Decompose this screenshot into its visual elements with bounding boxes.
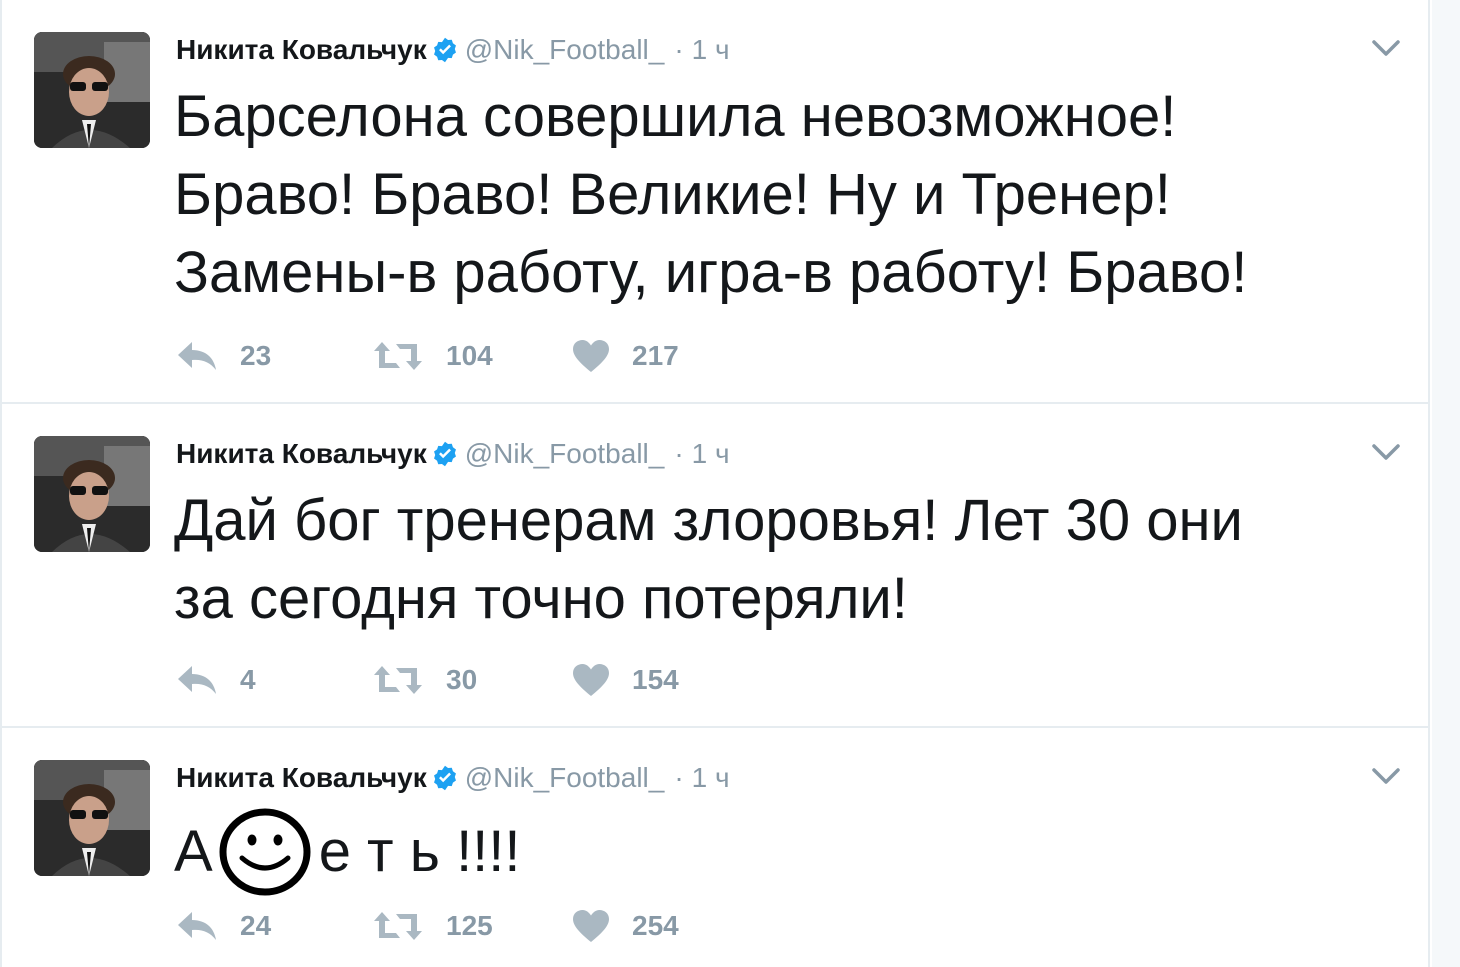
retweet-icon xyxy=(374,912,422,940)
tweet-text: Барселона совершила невозможное! Браво! … xyxy=(174,78,1404,312)
reply-icon xyxy=(178,342,216,370)
reply-count: 23 xyxy=(240,340,272,371)
reply-icon xyxy=(178,912,216,940)
tweet-timestamp[interactable]: 1 ч xyxy=(692,762,730,794)
avatar[interactable] xyxy=(34,436,150,552)
retweet-count: 30 xyxy=(446,664,478,695)
tweet-timeline: Никита Ковальчук @Nik_Football_ · 1 ч Ба… xyxy=(0,0,1430,967)
tweet-text-suffix: е т ь !!!! xyxy=(318,819,521,884)
heart-icon xyxy=(573,664,609,696)
tweet-actions: 23 104 217 xyxy=(176,334,772,378)
like-button[interactable]: 254 xyxy=(572,909,772,943)
tweet-text-line: Браво! Браво! Великие! Ну и Тренер! xyxy=(174,162,1171,227)
author-name[interactable]: Никита Ковальчук xyxy=(176,34,427,66)
reply-count: 24 xyxy=(240,910,272,941)
retweet-button[interactable]: 104 xyxy=(372,340,572,372)
retweet-button[interactable]: 125 xyxy=(372,910,572,942)
heart-icon xyxy=(573,340,609,372)
author-name[interactable]: Никита Ковальчук xyxy=(176,438,427,470)
tweet-text-line: Замены-в работу, игра-в работу! Браво! xyxy=(174,240,1248,305)
tweet-timestamp[interactable]: 1 ч xyxy=(692,438,730,470)
verified-badge-icon xyxy=(431,440,459,468)
heart-icon xyxy=(573,910,609,942)
scrollbar[interactable] xyxy=(1432,0,1460,967)
verified-badge-icon xyxy=(431,764,459,792)
like-button[interactable]: 154 xyxy=(572,663,772,697)
retweet-count: 104 xyxy=(446,340,493,371)
retweet-icon xyxy=(374,342,422,370)
tweet-text-prefix: А xyxy=(174,819,213,884)
author-handle[interactable]: @Nik_Football_ xyxy=(465,438,665,470)
retweet-count: 125 xyxy=(446,910,493,941)
separator: · xyxy=(674,34,684,65)
reply-icon xyxy=(178,666,216,694)
tweet[interactable]: Никита Ковальчук @Nik_Football_ · 1 ч Да… xyxy=(2,404,1430,728)
retweet-icon xyxy=(374,666,422,694)
caret-down-icon[interactable] xyxy=(1370,764,1402,788)
tweet-text: А е т ь !!!! xyxy=(174,806,1404,898)
tweet-timestamp[interactable]: 1 ч xyxy=(692,34,730,66)
separator: · xyxy=(674,762,684,793)
avatar[interactable] xyxy=(34,32,150,148)
like-count: 217 xyxy=(632,340,679,371)
avatar[interactable] xyxy=(34,760,150,876)
verified-badge-icon xyxy=(431,36,459,64)
reply-button[interactable]: 24 xyxy=(176,910,372,942)
reply-count: 4 xyxy=(240,664,256,695)
tweet-text-line: Дай бог тренерам злоровья! Лет 30 они xyxy=(174,488,1243,553)
retweet-button[interactable]: 30 xyxy=(372,664,572,696)
smiley-face-icon xyxy=(219,808,311,896)
like-count: 254 xyxy=(632,910,679,941)
author-handle[interactable]: @Nik_Football_ xyxy=(465,34,665,66)
tweet-actions: 24 125 254 xyxy=(176,904,772,948)
tweet[interactable]: Никита Ковальчук @Nik_Football_ · 1 ч А … xyxy=(2,728,1430,967)
caret-down-icon[interactable] xyxy=(1370,36,1402,60)
like-count: 154 xyxy=(632,664,679,695)
reply-button[interactable]: 23 xyxy=(176,340,372,372)
tweet-text: Дай бог тренерам злоровья! Лет 30 они за… xyxy=(174,482,1404,638)
tweet[interactable]: Никита Ковальчук @Nik_Football_ · 1 ч Ба… xyxy=(2,0,1430,404)
tweet-text-line: Барселона совершила невозможное! xyxy=(174,84,1177,149)
author-handle[interactable]: @Nik_Football_ xyxy=(465,762,665,794)
like-button[interactable]: 217 xyxy=(572,339,772,373)
caret-down-icon[interactable] xyxy=(1370,440,1402,464)
tweet-text-line: за сегодня точно потеряли! xyxy=(174,566,908,631)
author-name[interactable]: Никита Ковальчук xyxy=(176,762,427,794)
separator: · xyxy=(674,438,684,469)
tweet-actions: 4 30 154 xyxy=(176,658,772,702)
reply-button[interactable]: 4 xyxy=(176,664,372,696)
